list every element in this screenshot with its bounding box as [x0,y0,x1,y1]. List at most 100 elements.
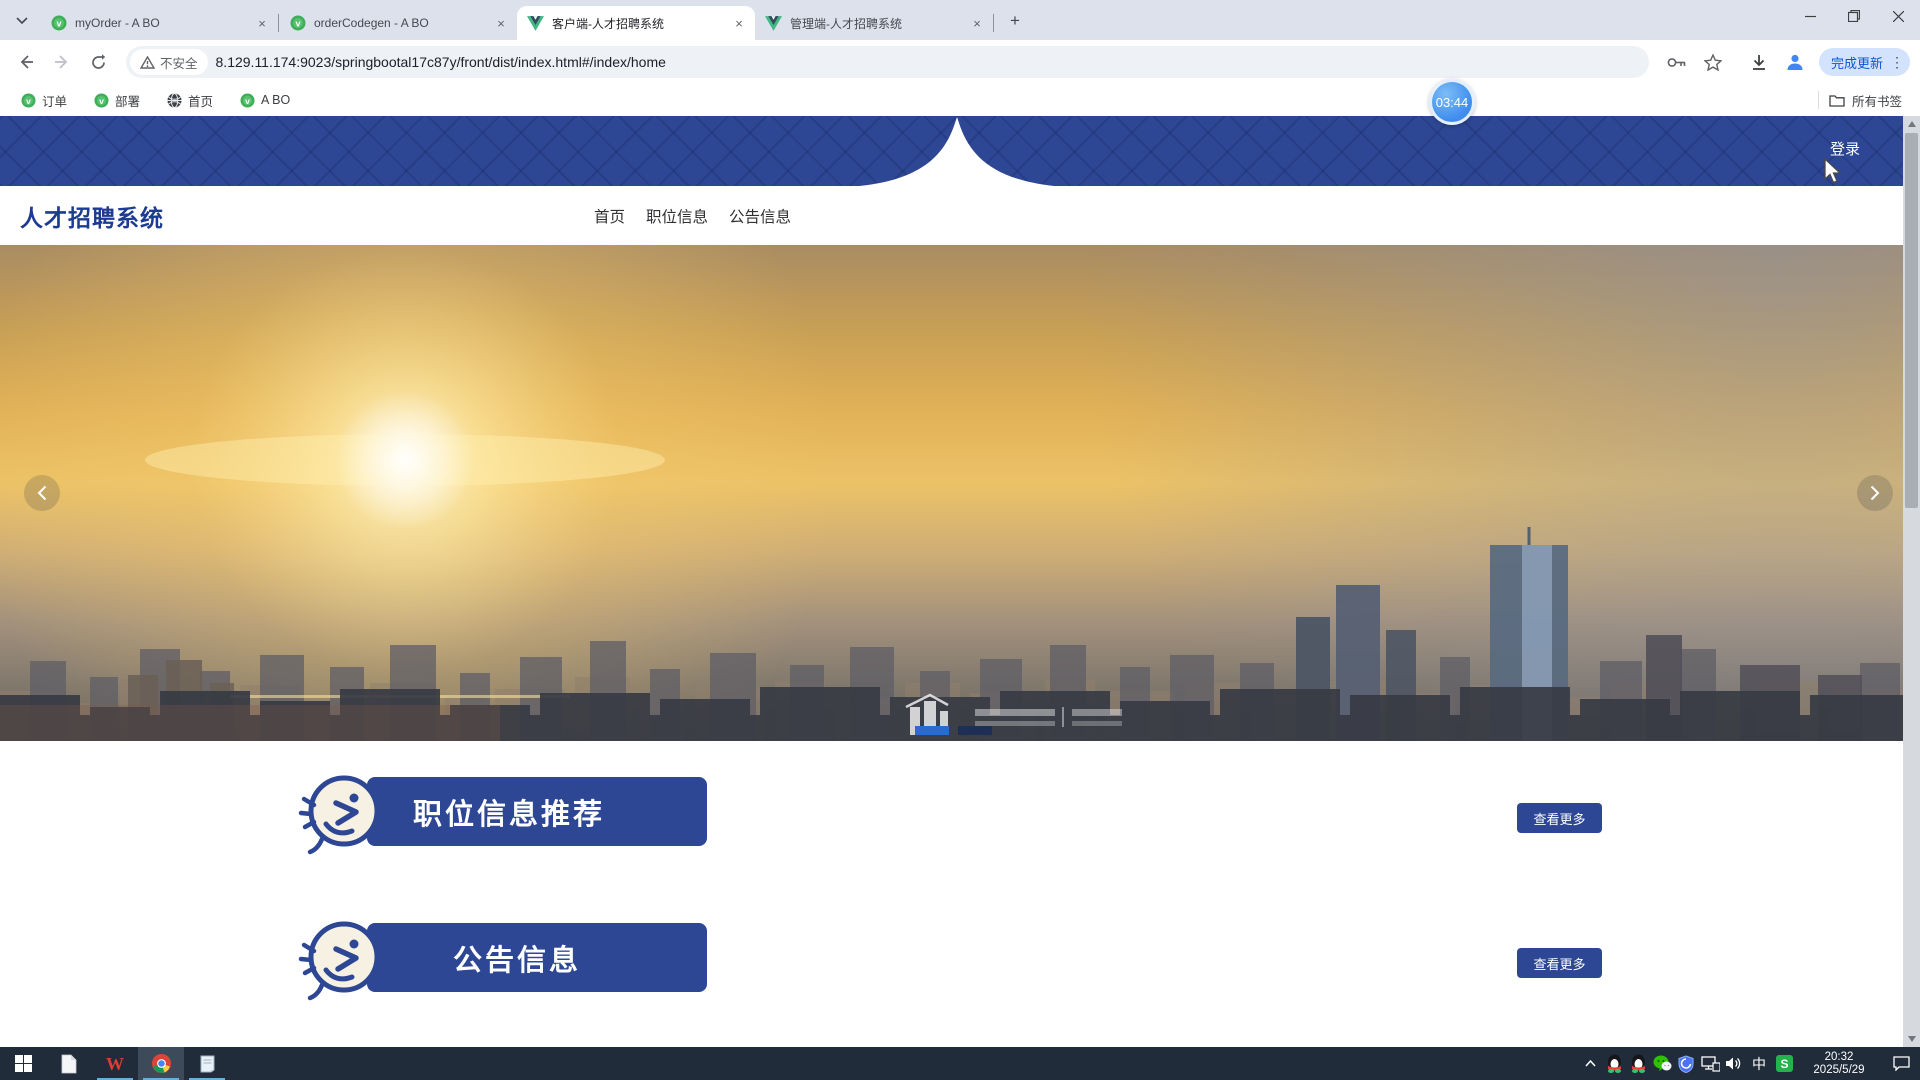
minimize-button[interactable] [1788,0,1832,32]
view-more-announcements-button[interactable]: 查看更多 [1517,948,1602,978]
home-sections: 职位信息推荐 查看更多 公告信息 [0,741,1920,1047]
tray-qq-icon[interactable] [1626,1047,1650,1080]
tab-close-icon[interactable]: × [254,15,270,31]
reload-icon [90,54,107,71]
view-more-label: 查看更多 [1533,809,1585,828]
nav-item-jobs[interactable]: 职位信息 [646,205,708,227]
forward-button[interactable] [46,46,78,78]
password-manager-button[interactable] [1661,46,1693,78]
tray-security-shield-icon[interactable] [1674,1047,1698,1080]
bookmark-bushu[interactable]: v 部署 [85,88,148,112]
view-more-jobs-button[interactable]: 查看更多 [1517,803,1602,833]
bookmarks-divider [1818,91,1819,109]
taskbar-notepad-app[interactable] [184,1047,230,1080]
chevron-down-icon [16,17,28,25]
profile-button[interactable] [1779,46,1811,78]
windows-logo-icon [15,1055,32,1072]
tray-volume-icon[interactable] [1722,1047,1746,1080]
taskbar-chrome-app[interactable] [138,1047,184,1080]
more-menu-icon[interactable]: ⋮ [1890,54,1904,71]
banner-peak-decoration [849,117,1065,187]
tab-close-icon[interactable]: × [493,15,509,31]
bookmark-dingdan[interactable]: v 订单 [12,88,75,112]
window-controls [1788,0,1920,32]
section-banner-jobs: 职位信息推荐 [367,777,707,846]
security-chip[interactable]: 不安全 [130,49,208,75]
nav-item-home[interactable]: 首页 [594,205,625,227]
security-label: 不安全 [160,53,198,72]
tab-client-recruitment-active[interactable]: 客户端-人才招聘系统 × [517,6,755,40]
carousel-indicator[interactable] [958,726,992,735]
scrollbar-up-arrow[interactable] [1903,116,1920,132]
notepad-icon [198,1054,217,1073]
green-v-favicon: v [93,92,109,108]
taskbar-clock[interactable]: 20:32 2025/5/29 [1802,1051,1876,1077]
vue-logo-icon [765,15,782,32]
carousel-indicator-active[interactable] [915,726,949,735]
profile-avatar-icon [1785,52,1805,72]
taskbar-wps-app[interactable]: W [92,1047,138,1080]
chrome-update-chip[interactable]: 完成更新 ⋮ [1819,48,1910,76]
tab-close-icon[interactable]: × [731,15,747,31]
chevron-up-icon [1585,1060,1596,1067]
section-title: 公告信息 [453,937,581,979]
tab-close-icon[interactable]: × [969,15,985,31]
start-button[interactable] [0,1047,46,1080]
action-center-button[interactable] [1882,1047,1920,1080]
tab-ordercodegen[interactable]: v orderCodegen - A BO × [279,6,517,40]
vue-logo-icon [527,15,544,32]
tray-wechat-icon[interactable] [1650,1047,1674,1080]
scrollbar-down-arrow[interactable] [1903,1031,1920,1047]
notification-icon [1893,1056,1910,1071]
tray-network-icon[interactable] [1698,1047,1722,1080]
svg-text:v: v [245,95,250,105]
globe-icon [166,92,182,108]
tab-search-button[interactable] [8,7,36,35]
bookmark-label: 首页 [188,91,213,110]
system-tray: 中 S 20:32 2025/5/29 [1578,1047,1920,1080]
all-bookmarks-button[interactable]: 所有书签 [1829,91,1908,110]
carousel-prev-button[interactable] [24,475,60,511]
svg-text:v: v [26,95,31,105]
nav-item-announcements[interactable]: 公告信息 [729,205,791,227]
back-button[interactable] [10,46,42,78]
tray-hidden-icons-button[interactable] [1578,1047,1602,1080]
close-button[interactable] [1876,0,1920,32]
hero-carousel [0,245,1920,741]
mascot-bird-icon [296,769,384,857]
new-tab-button[interactable]: + [1002,8,1028,34]
taskbar-document-app[interactable] [46,1047,92,1080]
reload-button[interactable] [82,46,114,78]
tab-title: 客户端-人才招聘系统 [552,15,725,32]
not-secure-warning-icon [140,56,155,69]
folder-icon [1829,94,1845,107]
tab-myorder[interactable]: v myOrder - A BO × [40,6,278,40]
bookmark-star-button[interactable] [1697,46,1729,78]
svg-text:S: S [1780,1057,1788,1071]
tab-separator [993,14,994,32]
restore-button[interactable] [1832,0,1876,32]
scrollbar-thumb[interactable] [1905,133,1918,508]
download-icon [1751,54,1767,71]
tray-s-app-icon[interactable]: S [1772,1047,1796,1080]
bookmark-label: 订单 [42,91,67,110]
tray-qq-icon[interactable] [1602,1047,1626,1080]
address-bar[interactable]: 不安全 8.129.11.174:9023/springbootal17c87y… [126,46,1649,78]
update-chip-label: 完成更新 [1831,53,1883,72]
bookmark-shouye[interactable]: 首页 [158,88,221,112]
downloads-button[interactable] [1743,46,1775,78]
site-brand-title: 人才招聘系统 [20,199,164,233]
site-header-bar: 人才招聘系统 首页 职位信息 公告信息 [0,186,1920,245]
login-link[interactable]: 登录 [1830,138,1860,159]
page-scrollbar[interactable] [1903,116,1920,1047]
taskbar-time: 20:32 [1802,1051,1876,1064]
bookmark-label: 部署 [115,91,140,110]
chrome-icon [151,1053,172,1074]
toolbar-action-icons: 完成更新 ⋮ [1657,46,1910,78]
tray-ime-indicator[interactable]: 中 [1746,1047,1772,1080]
bookmark-abo[interactable]: v A BO [231,88,298,112]
tab-admin-recruitment[interactable]: 管理端-人才招聘系统 × [755,6,993,40]
carousel-next-button[interactable] [1857,475,1893,511]
site-nav: 首页 职位信息 公告信息 [594,205,791,227]
document-icon [61,1054,77,1074]
